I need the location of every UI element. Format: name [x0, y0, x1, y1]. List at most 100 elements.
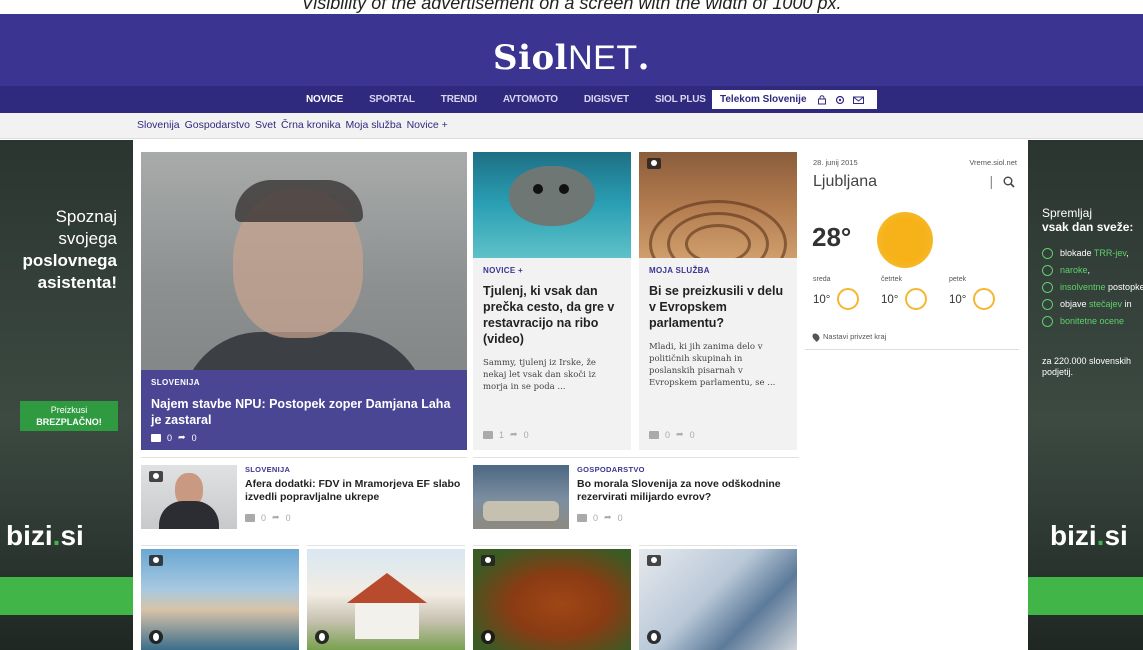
left-ad-cta-line1: Preizkusi	[50, 405, 88, 415]
gallery-tile-office[interactable]	[639, 545, 797, 650]
weather-widget: 28. junij 2015 Vreme.siol.net Ljubljana …	[801, 152, 1023, 352]
share-icon: ➦	[272, 512, 280, 522]
article-title[interactable]: Bo morala Slovenija za nove odškodnine r…	[577, 478, 799, 504]
right-ad-item: bonitetne ocene	[1042, 316, 1143, 327]
nav-item-trendi[interactable]: TRENDI	[441, 94, 477, 105]
article-row[interactable]: SLOVENIJA Afera dodatki: FDV in Mramorje…	[141, 457, 467, 529]
article-card-seal[interactable]: NOVICE + Tjulenj, ki vsak dan prečka ces…	[473, 152, 631, 450]
subnav-moja-sluzba[interactable]: Moja služba	[346, 119, 402, 131]
camera-icon	[647, 158, 661, 169]
subnav-gospodarstvo[interactable]: Gospodarstvo	[185, 119, 250, 131]
article-card-parliament[interactable]: MOJA SLUŽBA Bi se preizkusili v delu v E…	[639, 152, 797, 450]
card-comments: 1	[499, 429, 505, 440]
weather-source-link[interactable]: Vreme.siol.net	[969, 158, 1017, 167]
camera-icon	[149, 555, 163, 566]
card-description: Mladi, ki jih zanima delo v političnih s…	[649, 342, 776, 388]
weather-temperature: 28°	[812, 222, 852, 252]
weather-city: Ljubljana	[813, 173, 878, 190]
right-ad-item: naroke,	[1042, 265, 1143, 276]
nav-item-digisvet[interactable]: DIGISVET	[584, 94, 629, 105]
right-ad-item-link: insolventne	[1060, 282, 1106, 292]
article-meta: 0 ➦ 0	[245, 512, 467, 523]
nav-item-sportal[interactable]: SPORTAL	[369, 94, 415, 105]
card-title[interactable]: Bi se preizkusili v delu v Evropskem par…	[649, 283, 787, 331]
right-ad-heading2: vsak dan sveže:	[1042, 220, 1134, 234]
left-advertisement[interactable]: Spoznaj svojega poslovnega asistenta! Pr…	[0, 140, 133, 650]
gallery-tile-orangutan[interactable]	[473, 545, 631, 650]
right-ad-item: objave stečajev in	[1042, 299, 1143, 310]
weather-location-label[interactable]: Nastavi privzet kraj	[823, 332, 886, 341]
right-advertisement[interactable]: Spremljaj vsak dan sveže: blokade TRR-je…	[1028, 140, 1143, 650]
weather-day-temp: 10°	[949, 294, 967, 306]
camera-icon	[647, 555, 661, 566]
card-title[interactable]: Tjulenj, ki vsak dan prečka cesto, da gr…	[483, 283, 621, 347]
right-ad-item-suffix: ,	[1087, 265, 1091, 275]
right-ad-brand-tld: si	[1104, 520, 1128, 551]
comment-icon	[577, 513, 587, 522]
right-ad-item: insolventne postopke,	[1042, 282, 1143, 293]
weather-set-location[interactable]: Nastavi privzet kraj	[811, 331, 886, 342]
subnav-svet[interactable]: Svet	[255, 119, 276, 131]
site-header: SiolNET.	[0, 14, 1143, 86]
gallery-icon	[647, 630, 661, 644]
subnav-crna-kronika[interactable]: Črna kronika	[281, 119, 341, 131]
card-description: Sammy, tjulenj iz Irske, že nekaj let vs…	[483, 358, 596, 392]
nav-item-avtomoto[interactable]: AVTOMOTO	[503, 94, 558, 105]
photo-hair	[235, 180, 363, 222]
left-ad-line3: poslovnega	[22, 251, 117, 270]
main-story-title[interactable]: Najem stavbe NPU: Postopek zoper Damjana…	[151, 396, 457, 428]
main-story-panel[interactable]: SLOVENIJA Najem stavbe NPU: Postopek zop…	[141, 370, 467, 450]
weather-search[interactable]: |	[989, 173, 1015, 191]
left-ad-brand: bizi.si	[6, 520, 84, 552]
telekom-label: Telekom Slovenije	[720, 94, 807, 105]
gallery-tile-coast[interactable]	[141, 545, 299, 650]
article-title[interactable]: Afera dodatki: FDV in Mramorjeva EF slab…	[245, 478, 467, 504]
nav-item-novice[interactable]: NOVICE	[306, 94, 343, 105]
article-thumb	[141, 465, 237, 529]
site-logo[interactable]: SiolNET.	[0, 38, 1143, 78]
lock-icon[interactable]	[817, 94, 827, 105]
sun-icon	[877, 212, 933, 268]
sun-icon	[905, 288, 927, 310]
weather-day-temp: 10°	[881, 294, 899, 306]
subnav-slovenija[interactable]: Slovenija	[137, 119, 180, 131]
mail-icon[interactable]	[852, 95, 864, 105]
camera-icon	[481, 555, 495, 566]
left-ad-cta-line2: BREZPLAČNO!	[36, 417, 102, 427]
right-ad-item-link: TRR-jev	[1093, 248, 1127, 258]
comment-icon	[483, 430, 493, 439]
logo-bold: Siol	[493, 38, 569, 78]
card-category[interactable]: NOVICE +	[483, 266, 621, 275]
left-ad-line2: svojega	[58, 229, 117, 248]
main-nav: NOVICE SPORTAL TRENDI AVTOMOTO DIGISVET …	[0, 86, 1143, 113]
weather-day-name: petek	[949, 276, 967, 283]
main-story-category[interactable]: SLOVENIJA	[151, 378, 457, 387]
divider	[141, 457, 467, 458]
card-comments: 0	[665, 429, 671, 440]
nav-item-siol-plus[interactable]: SIOL PLUS	[655, 94, 706, 105]
article-category[interactable]: GOSPODARSTVO	[577, 465, 799, 474]
gear-icon[interactable]	[835, 95, 845, 105]
left-ad-cta-button[interactable]: Preizkusi BREZPLAČNO!	[20, 401, 118, 431]
subnav-novice-plus[interactable]: Novice +	[407, 119, 448, 131]
share-icon: ➦	[676, 429, 684, 439]
logo-light: NET	[568, 39, 638, 77]
left-ad-green-bar	[0, 577, 133, 615]
article-comments: 0	[261, 512, 267, 523]
parliament-image	[639, 152, 797, 258]
right-ad-brand-main: bizi	[1050, 520, 1097, 551]
article-comments: 0	[593, 512, 599, 523]
gallery-tile-house[interactable]	[307, 545, 465, 650]
card-shares: 0	[689, 429, 695, 440]
right-ad-item-text: blokade	[1060, 248, 1094, 258]
check-icon	[1042, 248, 1053, 259]
main-content: SLOVENIJA Najem stavbe NPU: Postopek zop…	[133, 140, 1028, 650]
card-category[interactable]: MOJA SLUŽBA	[649, 266, 787, 275]
right-ad-item-prefix: objave	[1060, 299, 1090, 309]
search-icon[interactable]	[1003, 176, 1015, 188]
sun-icon	[973, 288, 995, 310]
article-row[interactable]: GOSPODARSTVO Bo morala Slovenija za nove…	[473, 457, 799, 529]
telekom-menu[interactable]: Telekom Slovenije	[712, 90, 877, 109]
left-ad-line1: Spoznaj	[55, 207, 117, 226]
article-category[interactable]: SLOVENIJA	[245, 465, 467, 474]
